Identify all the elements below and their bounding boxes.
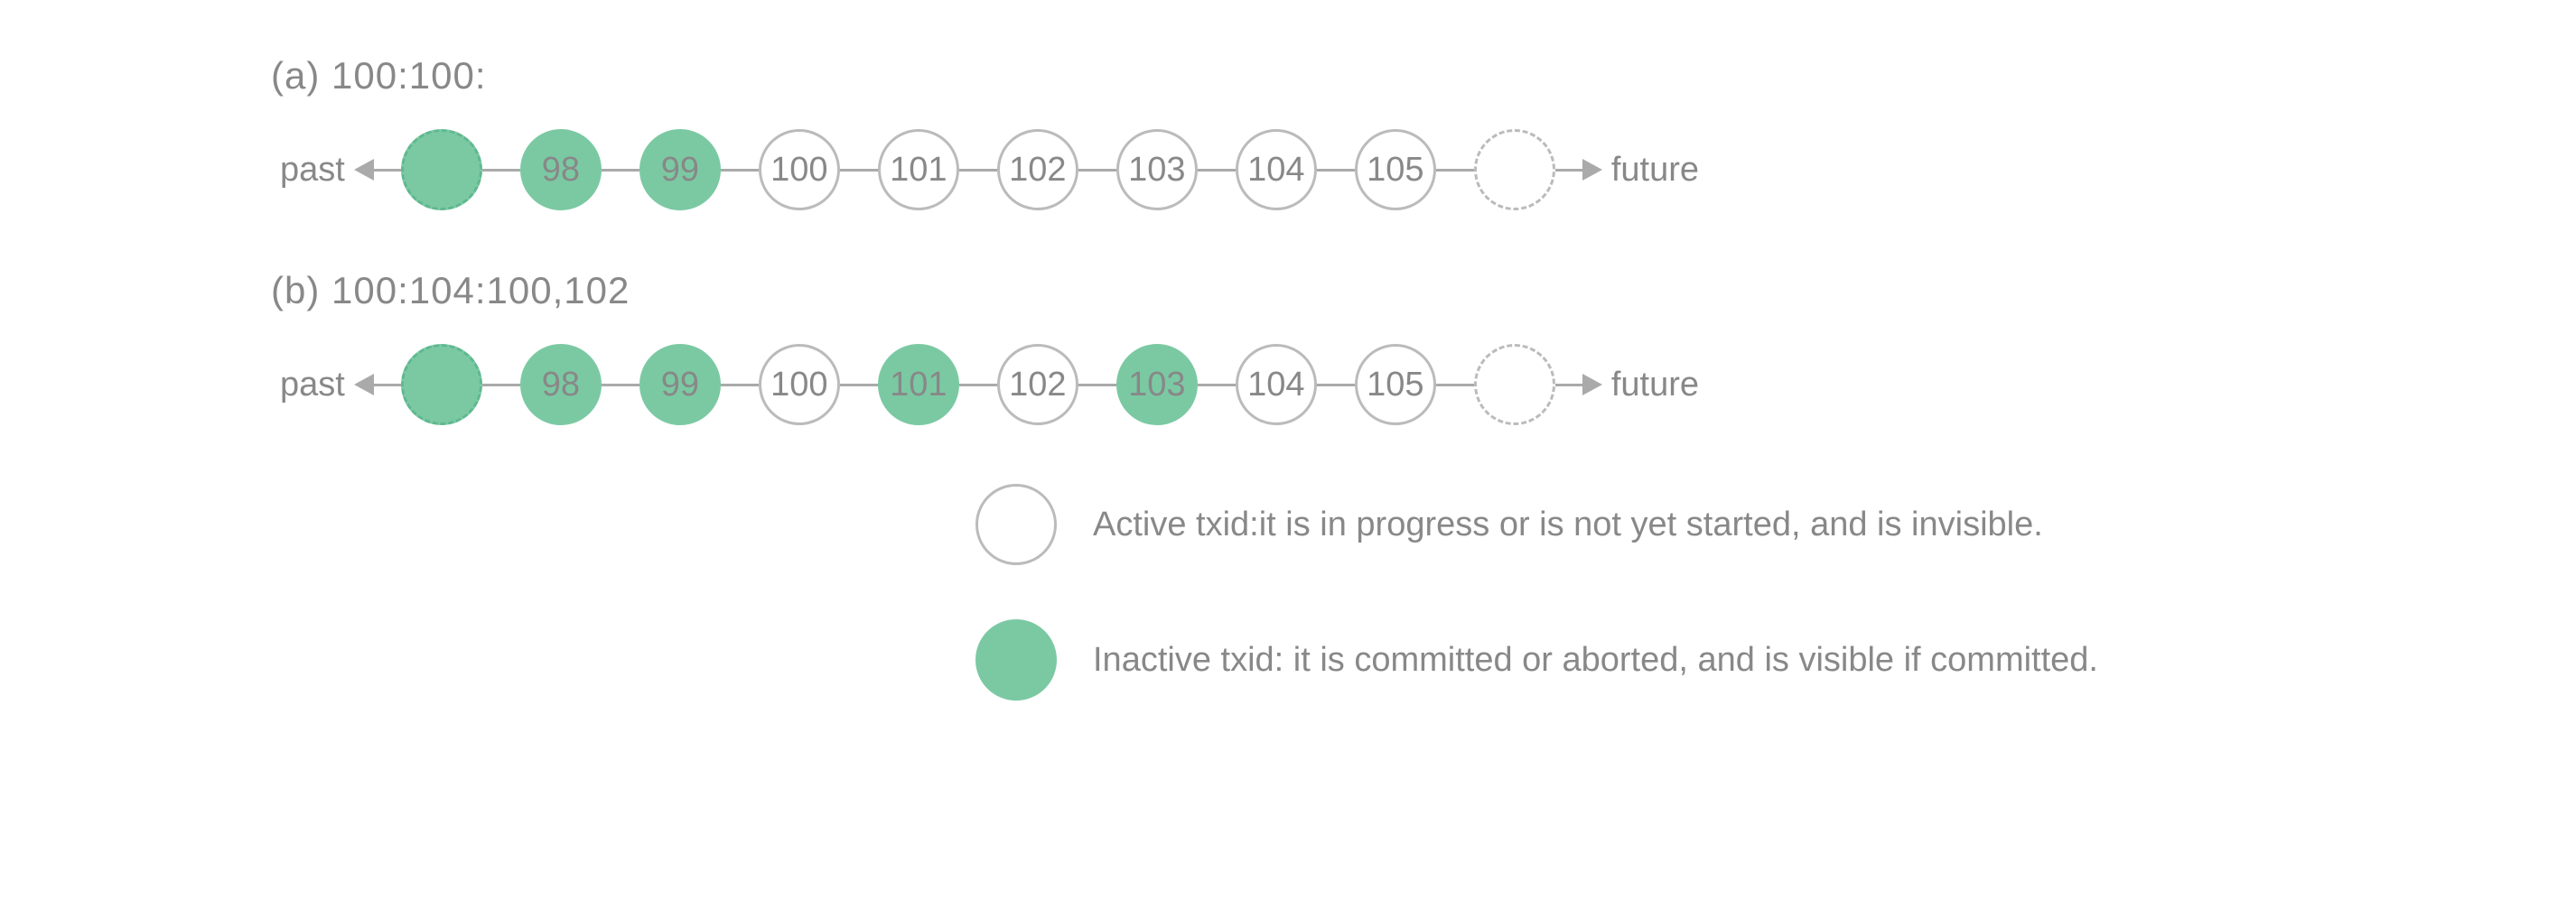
- connector-line: [1317, 384, 1355, 386]
- txid-node-100: 100: [759, 129, 840, 210]
- section-b-label: (b) 100:104:100,102: [271, 269, 2348, 312]
- txid-node-101: 101: [878, 129, 959, 210]
- connector-line: [721, 384, 759, 386]
- connector-line: [959, 384, 997, 386]
- txid-node-102: 102: [997, 344, 1078, 425]
- connector-line: [1078, 384, 1116, 386]
- txid-node-103: 103: [1116, 344, 1198, 425]
- connector-line: [482, 169, 520, 172]
- legend-active-icon: [975, 484, 1057, 565]
- txid-node-105: 105: [1355, 129, 1436, 210]
- connector-line: [482, 384, 520, 386]
- arrow-left-icon: [354, 159, 374, 181]
- txid-node-past: [401, 344, 482, 425]
- connector-line: [1078, 169, 1116, 172]
- legend-row-inactive: Inactive txid: it is committed or aborte…: [975, 619, 2348, 701]
- legend-inactive-text: Inactive txid: it is committed or aborte…: [1093, 641, 2098, 680]
- connector-line: [1198, 384, 1236, 386]
- past-label-b: past: [280, 366, 345, 404]
- txid-node-104: 104: [1236, 129, 1317, 210]
- txid-node-98: 98: [520, 344, 602, 425]
- legend-row-active: Active txid:it is in progress or is not …: [975, 484, 2348, 565]
- connector-line: [1317, 169, 1355, 172]
- legend-inactive-icon: [975, 619, 1057, 701]
- diagram-container: (a) 100:100: past 98 99 100 101 102 103 …: [271, 54, 2348, 755]
- txid-node-99: 99: [639, 344, 721, 425]
- arrow-right-icon: [1582, 159, 1602, 181]
- connector-line: [602, 169, 639, 172]
- legend-active-text: Active txid:it is in progress or is not …: [1093, 506, 2043, 544]
- txid-node-101: 101: [878, 344, 959, 425]
- connector-line: [1198, 169, 1236, 172]
- past-label-a: past: [280, 151, 345, 190]
- connector-line: [959, 169, 997, 172]
- legend: Active txid:it is in progress or is not …: [975, 484, 2348, 701]
- connector-line: [374, 384, 401, 386]
- timeline-a: past 98 99 100 101 102 103 104 105 futur…: [271, 125, 2348, 215]
- txid-node-past: [401, 129, 482, 210]
- timeline-b: past 98 99 100 101 102 103 104 105 futur…: [271, 339, 2348, 430]
- connector-line: [1436, 169, 1474, 172]
- connector-line: [1436, 384, 1474, 386]
- connector-line: [840, 169, 878, 172]
- future-label-b: future: [1611, 366, 1699, 404]
- connector-line: [721, 169, 759, 172]
- txid-node-98: 98: [520, 129, 602, 210]
- txid-node-103: 103: [1116, 129, 1198, 210]
- future-label-a: future: [1611, 151, 1699, 190]
- txid-node-future: [1474, 344, 1555, 425]
- txid-node-99: 99: [639, 129, 721, 210]
- connector-line: [840, 384, 878, 386]
- connector-line: [1555, 384, 1582, 386]
- connector-line: [1555, 169, 1582, 172]
- txid-node-105: 105: [1355, 344, 1436, 425]
- txid-node-100: 100: [759, 344, 840, 425]
- txid-node-104: 104: [1236, 344, 1317, 425]
- arrow-right-icon: [1582, 374, 1602, 395]
- txid-node-future: [1474, 129, 1555, 210]
- section-a-label: (a) 100:100:: [271, 54, 2348, 97]
- connector-line: [602, 384, 639, 386]
- arrow-left-icon: [354, 374, 374, 395]
- connector-line: [374, 169, 401, 172]
- txid-node-102: 102: [997, 129, 1078, 210]
